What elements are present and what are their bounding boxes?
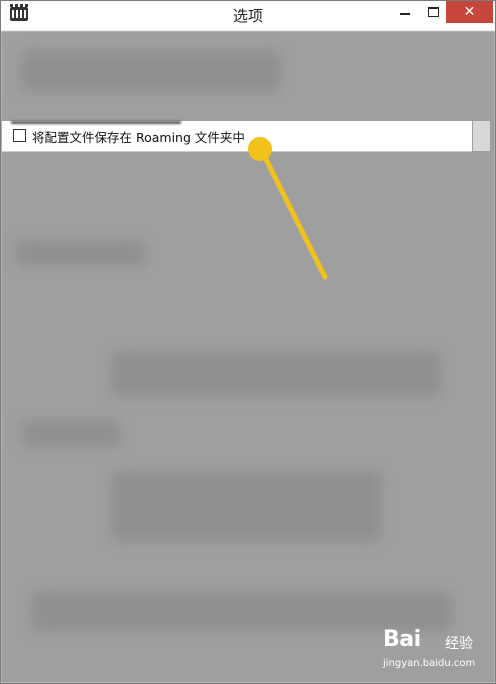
maximize-icon xyxy=(427,7,439,17)
blurred-group xyxy=(111,471,381,541)
close-icon: ✕ xyxy=(463,4,476,20)
title-bar[interactable]: 选项 ✕ xyxy=(1,1,495,31)
options-window: 选项 ✕ 将配置文件保存在 Roaming 文件夹中 Bai 经验 jingya… xyxy=(0,0,496,684)
roaming-config-checkbox[interactable] xyxy=(13,129,26,142)
minimize-button[interactable] xyxy=(390,1,420,23)
blurred-group xyxy=(31,591,451,631)
blurred-group xyxy=(21,421,121,446)
watermark-logo: Bai xyxy=(383,627,421,652)
minimize-icon xyxy=(400,13,410,15)
watermark: Bai 经验 jingyan.baidu.com xyxy=(383,627,493,677)
watermark-logo-suffix: 经验 xyxy=(445,636,473,652)
blurred-group xyxy=(16,241,146,266)
roaming-config-label[interactable]: 将配置文件保存在 Roaming 文件夹中 xyxy=(32,127,245,146)
blurred-group xyxy=(21,51,281,91)
clipped-option-text xyxy=(11,121,181,124)
blurred-group xyxy=(111,351,441,396)
scrollbar[interactable] xyxy=(473,121,490,151)
close-button[interactable]: ✕ xyxy=(446,1,493,23)
watermark-url: jingyan.baidu.com xyxy=(383,658,476,669)
maximize-button[interactable] xyxy=(419,1,447,23)
